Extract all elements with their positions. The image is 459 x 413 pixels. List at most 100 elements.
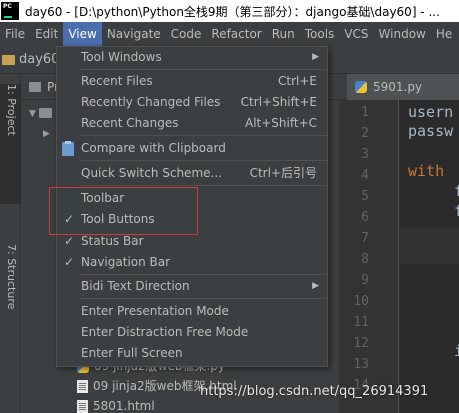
left-tool-strip: 1: Project 7: Structure [0, 74, 21, 413]
tree-row-child[interactable]: ▶ [43, 122, 53, 142]
menu-refactor[interactable]: Refactor [206, 22, 266, 46]
line-number: 13 [353, 357, 369, 372]
editor-tab-label: 5901.py [373, 80, 423, 94]
folder-icon [2, 54, 15, 65]
menu-item-shortcut: Ctrl+后引号 [249, 166, 317, 180]
menu-item-shortcut: Alt+Shift+C [244, 116, 317, 130]
menu-item-label: Status Bar [81, 234, 144, 248]
menu-item-shortcut: Ctrl+Shift+E [240, 95, 317, 109]
code-line: with [408, 162, 454, 180]
checkmark-icon: ✓ [64, 212, 75, 226]
code-line: passw [408, 122, 454, 140]
tree-row-file[interactable]: 5801.html [77, 396, 155, 413]
menu-item-compare-with-clipboard[interactable]: Compare with Clipboard [57, 138, 327, 159]
code-line: i [454, 342, 459, 360]
menu-item-label: Tool Windows [81, 50, 162, 64]
menu-navigate[interactable]: Navigate [102, 22, 166, 46]
menu-item-label: Enter Full Screen [81, 346, 183, 360]
line-number: 3 [361, 147, 369, 162]
structure-tool-tab[interactable]: 7: Structure [0, 244, 21, 354]
line-number: 5 [361, 189, 369, 204]
menu-item-recent-changes[interactable]: Recent Changes Alt+Shift+C [57, 113, 327, 134]
line-number: 9 [361, 273, 369, 288]
menu-item-enter-full-screen[interactable]: Enter Full Screen [57, 343, 327, 364]
menu-item-label: Enter Presentation Mode [81, 304, 229, 318]
code-editor[interactable]: usern passw with f f i [400, 100, 459, 413]
line-number: 12 [353, 336, 369, 351]
line-number: 11 [353, 315, 369, 330]
line-number: 10 [353, 294, 369, 309]
line-number: 7 [361, 231, 369, 246]
menu-view[interactable]: View [63, 22, 102, 46]
nav-project-crumb[interactable]: day60 [19, 52, 59, 67]
line-number: 1 [361, 105, 369, 120]
menu-item-label: Tool Buttons [81, 212, 155, 226]
menu-item-label: Navigation Bar [81, 255, 171, 269]
checkmark-icon: ✓ [64, 234, 75, 248]
title-bar: PC day60 - [D:\python\Python全栈9期（第三部分）：d… [0, 0, 459, 22]
editor-tab-bar: 5901.py [339, 74, 459, 100]
menu-item-label: Toolbar [81, 191, 125, 205]
menu-item-enter-distraction-free-mode[interactable]: Enter Distraction Free Mode [57, 322, 327, 343]
menu-edit[interactable]: Edit [30, 22, 63, 46]
project-tool-tab[interactable]: 1: Project [0, 84, 21, 204]
line-number: 4 [361, 168, 369, 183]
python-file-icon [355, 81, 367, 93]
menu-separator [79, 274, 327, 275]
code-line: usern [408, 103, 454, 121]
chevron-down-icon: ▼ [29, 109, 36, 119]
menu-item-toolbar[interactable]: Toolbar [57, 188, 327, 209]
menu-item-quick-switch-scheme[interactable]: Quick Switch Scheme... Ctrl+后引号 [57, 163, 327, 184]
menu-separator [79, 135, 327, 136]
menu-separator [79, 185, 327, 186]
editor-tab[interactable]: 5901.py [347, 74, 459, 100]
menu-item-tool-windows[interactable]: Tool Windows ▶ [57, 47, 327, 68]
chevron-right-icon: ▶ [43, 129, 50, 139]
tree-row-root[interactable]: ▼ [29, 102, 52, 122]
line-number: 8 [361, 252, 369, 267]
menu-item-recent-files[interactable]: Recent Files Ctrl+E [57, 71, 327, 92]
menu-separator [79, 69, 327, 70]
project-tool-tab-label: 1: Project [5, 84, 18, 136]
menu-item-label: Compare with Clipboard [81, 141, 226, 155]
project-view-icon [29, 81, 41, 92]
menu-tools[interactable]: Tools [300, 22, 340, 46]
menu-item-label: Recent Files [81, 74, 153, 88]
checkmark-icon: ✓ [64, 255, 75, 269]
code-block-highlight [400, 228, 459, 264]
folder-icon [39, 107, 52, 118]
menu-bar: File Edit View Navigate Code Refactor Ru… [0, 22, 459, 46]
html-file-icon [77, 380, 88, 393]
menu-code[interactable]: Code [166, 22, 207, 46]
line-number: 6 [361, 210, 369, 225]
menu-vcs[interactable]: VCS [339, 22, 373, 46]
structure-tool-tab-label: 7: Structure [5, 244, 18, 310]
menu-file[interactable]: File [0, 22, 30, 46]
menu-separator [79, 298, 327, 299]
line-number-gutter: 1 2 3 4 5 6 7 8 9 10 11 12 13 14 [339, 100, 399, 413]
pycharm-logo-icon: PC [1, 2, 19, 20]
menu-item-label: Recently Changed Files [81, 95, 221, 109]
menu-item-bidi-text-direction[interactable]: Bidi Text Direction ▶ [57, 276, 327, 297]
chevron-right-icon: ▶ [312, 52, 319, 62]
menu-item-shortcut: Ctrl+E [278, 74, 317, 88]
menu-item-label: Enter Distraction Free Mode [81, 325, 249, 339]
menu-item-recently-changed-files[interactable]: Recently Changed Files Ctrl+Shift+E [57, 92, 327, 113]
code-line: f [454, 202, 459, 220]
menu-item-label: Bidi Text Direction [81, 279, 190, 293]
code-line: f [454, 182, 459, 200]
menu-separator [79, 160, 327, 161]
menu-item-enter-presentation-mode[interactable]: Enter Presentation Mode [57, 301, 327, 322]
menu-run[interactable]: Run [267, 22, 300, 46]
html-file-icon [77, 400, 88, 413]
menu-item-label: Recent Changes [81, 116, 179, 130]
chevron-right-icon: ▶ [312, 281, 319, 291]
clipboard-icon [62, 141, 74, 156]
menu-item-navigation-bar[interactable]: ✓ Navigation Bar [57, 252, 327, 273]
menu-help[interactable]: He [431, 22, 457, 46]
menu-window[interactable]: Window [374, 22, 431, 46]
menu-item-status-bar[interactable]: ✓ Status Bar [57, 231, 327, 252]
watermark-text: https://blog.csdn.net/qq_26914391 [200, 384, 429, 399]
view-menu-dropdown: Tool Windows ▶ Recent Files Ctrl+E Recen… [56, 46, 328, 367]
menu-item-tool-buttons[interactable]: ✓ Tool Buttons [57, 209, 327, 230]
